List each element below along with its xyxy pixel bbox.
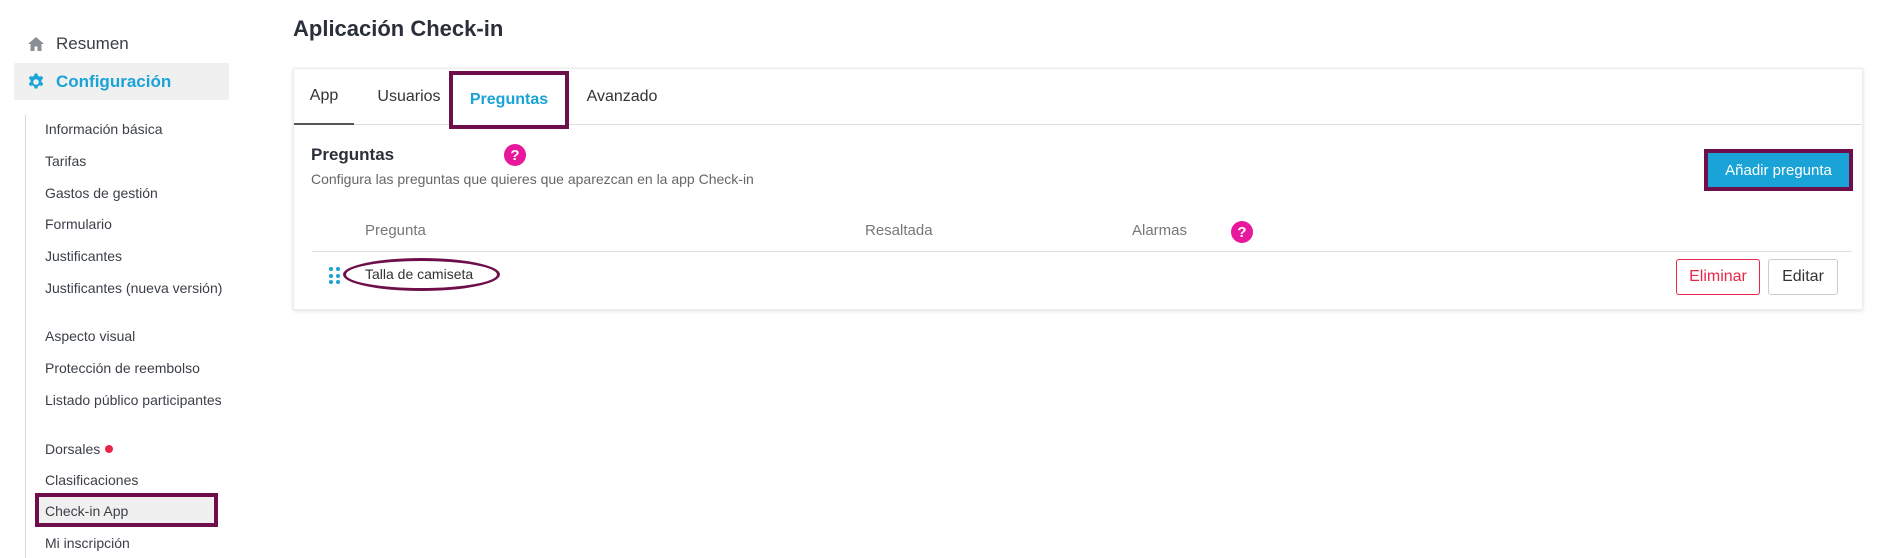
sidebar-subitem-proteccion-reembolso[interactable]: Protección de reembolso [45,359,225,377]
notification-dot-icon [105,445,114,453]
sidebar-subitem-tarifas[interactable]: Tarifas [45,152,225,170]
section-title: Preguntas [311,145,395,164]
home-icon [26,34,46,54]
sidebar-subitem-clasificaciones[interactable]: Clasificaciones [45,471,225,489]
sidebar-subitem-justificantes-nueva[interactable]: Justificantes (nueva versión) [45,279,225,297]
add-question-button[interactable]: Añadir pregunta [1704,149,1853,191]
tab-bar: App Usuarios Preguntas Avanzado [294,69,1862,129]
question-icon[interactable]: ? [1231,221,1253,243]
main-card: App Usuarios Preguntas Avanzado Pregunta… [293,68,1863,310]
column-header-alarmas: Alarmas [1132,222,1188,239]
sidebar-subitem-aspecto-visual[interactable]: Aspecto visual [45,327,225,345]
edit-button[interactable]: Editar [1768,259,1838,295]
tab-usuarios[interactable]: Usuarios [364,69,454,125]
tab-avanzado[interactable]: Avanzado [572,69,672,125]
sidebar-subitem-mi-inscripcion[interactable]: Mi inscripción [45,534,225,552]
table-header-divider [312,251,1852,252]
sidebar-subitem-listado-publico[interactable]: Listado público participantes [45,391,225,409]
tab-preguntas[interactable]: Preguntas [449,71,569,129]
sidebar-item-configuracion[interactable]: Configuración [14,63,229,100]
sidebar-subitem-dorsales[interactable]: Dorsales [45,440,225,458]
sidebar-item-label: Resumen [56,33,129,53]
tab-app[interactable]: App [294,69,354,125]
column-header-resaltada: Resaltada [865,222,933,239]
gear-icon [26,72,46,92]
sidebar-subitem-label: Dorsales [45,441,101,457]
sidebar-item-resumen[interactable]: Resumen [14,25,229,62]
drag-handle-icon[interactable] [329,267,341,285]
section-subtitle: Configura las preguntas que quieres que … [311,171,754,187]
sidebar-item-label: Configuración [56,71,172,91]
submenu-rail [25,115,26,558]
page-title: Aplicación Check-in [293,16,504,41]
delete-button[interactable]: Eliminar [1676,259,1760,295]
question-text: Talla de camiseta [365,266,474,282]
sidebar-subitem-formulario[interactable]: Formulario [45,215,225,233]
sidebar-subitem-check-in-app[interactable]: Check-in App [45,502,225,520]
sidebar-subitem-gastos-gestion[interactable]: Gastos de gestión [45,184,225,202]
sidebar-subitem-justificantes[interactable]: Justificantes [45,247,225,265]
question-icon[interactable]: ? [504,144,526,166]
column-header-pregunta: Pregunta [365,222,426,239]
sidebar: Resumen Configuración Información básica… [0,0,240,558]
sidebar-subitem-informacion-basica[interactable]: Información básica [45,120,225,138]
